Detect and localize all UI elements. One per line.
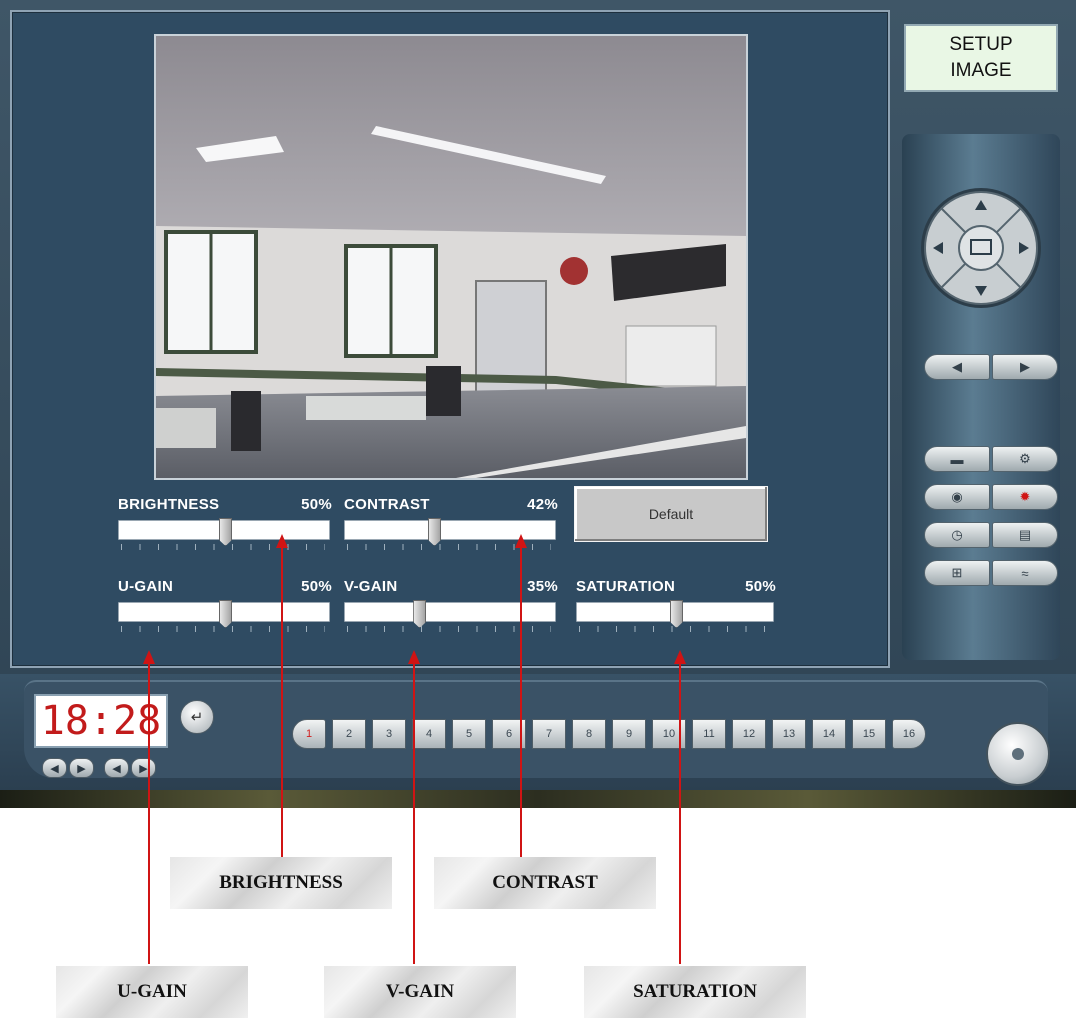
office-camera-image xyxy=(156,36,746,478)
channel-button-8[interactable]: 8 xyxy=(572,719,606,749)
ptz-camera-icon: ≈ xyxy=(1021,565,1029,581)
v-gain-slider[interactable] xyxy=(344,600,556,628)
channel-button-4[interactable]: 4 xyxy=(412,719,446,749)
channel-button-11[interactable]: 11 xyxy=(692,719,726,749)
channel-button-3[interactable]: 3 xyxy=(372,719,406,749)
ptz-button[interactable]: ≈ xyxy=(992,560,1058,586)
u-gain-slider[interactable] xyxy=(118,600,330,628)
camera-monitor-icon: ▬ xyxy=(950,451,964,467)
v-gain-pointer-arrow xyxy=(408,650,420,664)
saturation-value: 50% xyxy=(745,578,776,595)
default-button[interactable]: Default xyxy=(574,486,768,542)
channel-button-12[interactable]: 12 xyxy=(732,719,766,749)
storage-button[interactable]: ▤ xyxy=(992,522,1058,548)
setup-image-title: SETUP IMAGE xyxy=(904,24,1058,92)
enter-button[interactable]: ↵ xyxy=(180,700,214,734)
saturation-label: SATURATION xyxy=(576,578,676,595)
channel-button-16[interactable]: 16 xyxy=(892,719,926,749)
contrast-pointer-arrow xyxy=(515,534,527,548)
left-arrow-icon: ◀ xyxy=(952,359,962,374)
directional-pad-icon[interactable] xyxy=(919,186,1043,310)
channel-strip: 1 2 3 4 5 6 7 8 9 10 11 12 13 14 15 16 xyxy=(292,719,926,751)
u-gain-pointer-line xyxy=(148,664,150,964)
contrast-value: 42% xyxy=(527,496,558,513)
channel-button-14[interactable]: 14 xyxy=(812,719,846,749)
channel-button-9[interactable]: 9 xyxy=(612,719,646,749)
contrast-pointer-line xyxy=(520,548,522,858)
record-icon: ◉ xyxy=(951,489,963,504)
u-gain-ticks xyxy=(121,626,325,632)
camera-video-feed xyxy=(154,34,748,480)
saturation-pointer-line xyxy=(679,664,681,964)
settings-gear-icon: ⚙ xyxy=(1019,451,1031,466)
setup-title-line-2: IMAGE xyxy=(950,60,1012,81)
enter-icon: ↵ xyxy=(190,709,204,726)
record-button[interactable]: ◉ xyxy=(924,484,990,510)
brightness-pointer-line xyxy=(281,548,283,858)
brightness-value: 50% xyxy=(301,496,332,513)
clock-icon: ◷ xyxy=(951,527,963,542)
v-gain-label: V-GAIN xyxy=(344,578,398,595)
setup-title-line-1: SETUP xyxy=(949,34,1013,55)
v-gain-callout: V-GAIN xyxy=(324,966,516,1018)
dvr-bottom-edge xyxy=(0,790,1076,808)
hour-down-button[interactable]: ◀ xyxy=(42,758,67,778)
brightness-callout: BRIGHTNESS xyxy=(170,857,392,909)
saturation-callout: SATURATION xyxy=(584,966,806,1018)
alarm-button[interactable]: ✹ xyxy=(992,484,1058,510)
control-column: ◀ ▶ ▬ ⚙ ◉ ✹ ◷ ▤ ⊞ ≈ xyxy=(902,134,1060,660)
channel-button-15[interactable]: 15 xyxy=(852,719,886,749)
saturation-slider[interactable] xyxy=(576,600,774,628)
brightness-ticks xyxy=(121,544,325,550)
hour-adjust: ◀ ▶ xyxy=(42,758,94,778)
power-button[interactable] xyxy=(986,722,1050,786)
saturation-ticks xyxy=(579,626,769,632)
channel-button-1[interactable]: 1 xyxy=(292,719,326,749)
brightness-pointer-arrow xyxy=(276,534,288,548)
dvr-window: BRIGHTNESS 50% CONTRAST 42% Default U-GA… xyxy=(0,0,1076,808)
network-button[interactable]: ⊞ xyxy=(924,560,990,586)
brightness-slider[interactable] xyxy=(118,518,330,546)
channel-button-13[interactable]: 13 xyxy=(772,719,806,749)
camera-select-button[interactable]: ▬ xyxy=(924,446,990,472)
minute-down-button[interactable]: ◀ xyxy=(104,758,129,778)
settings-button[interactable]: ⚙ xyxy=(992,446,1058,472)
channel-button-7[interactable]: 7 xyxy=(532,719,566,749)
right-arrow-icon: ▶ xyxy=(1020,359,1030,374)
v-gain-value: 35% xyxy=(527,578,558,595)
schedule-button[interactable]: ◷ xyxy=(924,522,990,548)
minute-up-button[interactable]: ▶ xyxy=(131,758,156,778)
brightness-label: BRIGHTNESS xyxy=(118,496,220,513)
channel-button-5[interactable]: 5 xyxy=(452,719,486,749)
network-icon: ⊞ xyxy=(951,565,963,580)
alarm-icon: ✹ xyxy=(1019,489,1031,504)
contrast-label: CONTRAST xyxy=(344,496,430,513)
next-arrow-button[interactable]: ▶ xyxy=(992,354,1058,380)
v-gain-pointer-line xyxy=(413,664,415,964)
saturation-pointer-arrow xyxy=(674,650,686,664)
u-gain-callout: U-GAIN xyxy=(56,966,248,1018)
u-gain-value: 50% xyxy=(301,578,332,595)
channel-button-2[interactable]: 2 xyxy=(332,719,366,749)
contrast-callout: CONTRAST xyxy=(434,857,656,909)
hour-up-button[interactable]: ▶ xyxy=(69,758,94,778)
prev-arrow-button[interactable]: ◀ xyxy=(924,354,990,380)
storage-icon: ▤ xyxy=(1018,527,1032,542)
u-gain-pointer-arrow xyxy=(143,650,155,664)
u-gain-label: U-GAIN xyxy=(118,578,174,595)
